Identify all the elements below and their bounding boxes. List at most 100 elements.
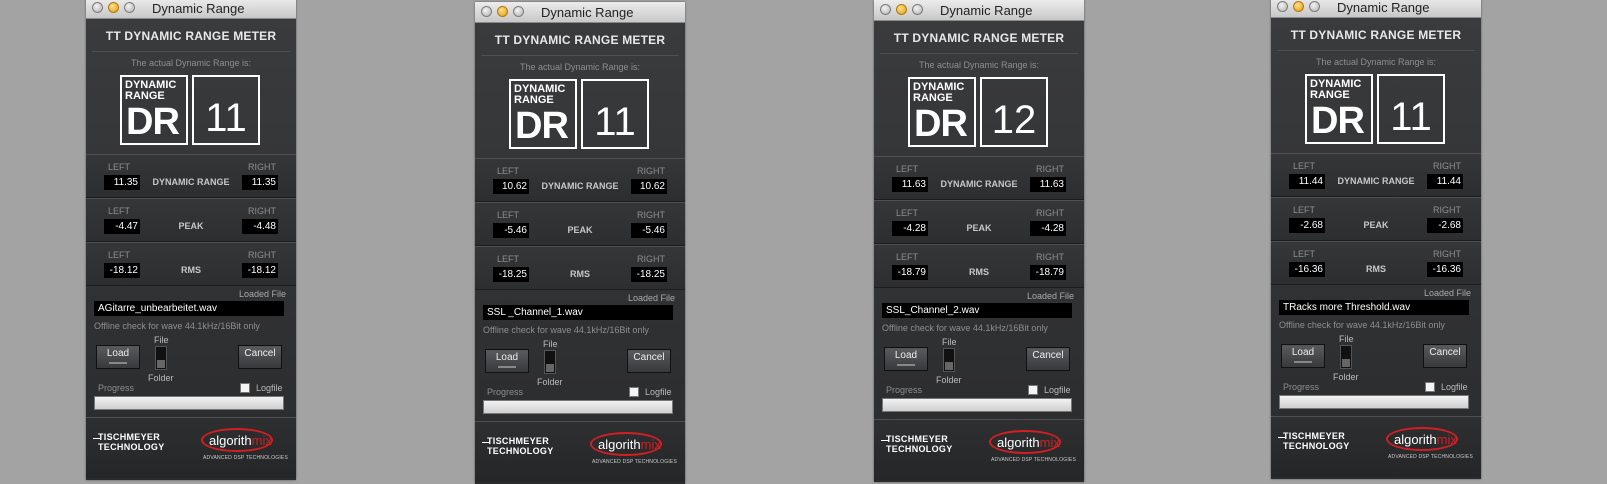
right-label: RIGHT	[248, 250, 276, 260]
load-button[interactable]: Load	[96, 345, 140, 369]
logfile-checkbox[interactable]	[240, 383, 250, 393]
peak-right-value: -2.68	[1427, 218, 1463, 233]
title-bar[interactable]: Dynamic Range	[86, 0, 296, 19]
left-label: LEFT	[497, 254, 520, 264]
cancel-button[interactable]: Cancel	[627, 349, 671, 373]
load-button-label: Load	[1291, 347, 1315, 358]
tischmeyer-mark	[881, 440, 889, 441]
rms-right-value: -18.79	[1030, 265, 1066, 280]
zoom-icon[interactable]	[513, 6, 524, 17]
title-bar[interactable]: Dynamic Range	[475, 2, 685, 23]
left-label: LEFT	[1293, 249, 1316, 259]
cancel-button-label: Cancel	[1032, 350, 1064, 361]
peak-row: LEFT RIGHT -4.28 PEAK -4.28	[874, 200, 1084, 244]
actual-dr-label: The actual Dynamic Range is:	[519, 62, 641, 72]
cancel-button[interactable]: Cancel	[238, 345, 282, 369]
title-bar[interactable]: Dynamic Range	[1271, 0, 1481, 18]
left-label: LEFT	[108, 162, 131, 172]
rms-row: LEFT RIGHT -18.12 RMS -18.12	[86, 242, 296, 286]
file-folder-switch[interactable]	[1340, 345, 1352, 369]
progress-label: Progress	[98, 383, 135, 393]
minimize-icon[interactable]	[1293, 1, 1304, 12]
tischmeyer-technology: TECHNOLOGY	[886, 444, 953, 454]
left-label: LEFT	[108, 206, 131, 216]
offline-note: Offline check for wave 44.1kHz/16Bit onl…	[94, 321, 260, 331]
file-switch-label: File	[1339, 334, 1354, 344]
tischmeyer-technology: TECHNOLOGY	[1283, 441, 1350, 451]
offline-note: Offline check for wave 44.1kHz/16Bit onl…	[1279, 320, 1445, 330]
peak-row: LEFT RIGHT -2.68 PEAK -2.68	[1271, 197, 1481, 241]
file-folder-switch[interactable]	[544, 350, 556, 374]
brand-footer: TISCHMEYER TECHNOLOGY algorithmix ADVANC…	[1271, 416, 1481, 477]
left-label: LEFT	[497, 166, 520, 176]
progress-label: Progress	[886, 385, 923, 395]
dr-logo: DYNAMIC RANGE DR 11	[120, 75, 260, 145]
tischmeyer-logo: TISCHMEYER TECHNOLOGY	[1278, 431, 1350, 451]
algorithmix-mix: mix	[1436, 432, 1457, 447]
loaded-file-label: Loaded File	[1026, 291, 1074, 301]
dr-badge-letters: DR	[515, 105, 569, 147]
close-icon[interactable]	[1277, 1, 1288, 12]
right-label: RIGHT	[1036, 208, 1064, 218]
app-title: TT DYNAMIC RANGE METER	[494, 33, 666, 47]
load-button-indicator	[498, 366, 516, 368]
tischmeyer-name: TISCHMEYER	[98, 432, 161, 442]
file-folder-switch[interactable]	[155, 346, 167, 370]
minimize-icon[interactable]	[497, 6, 508, 17]
algorithmix-tagline: ADVANCED DSP TECHNOLOGIES	[591, 459, 677, 465]
switch-knob	[157, 360, 165, 368]
dr-value: 11	[581, 79, 649, 149]
title-bar[interactable]: Dynamic Range	[874, 0, 1084, 21]
actual-dr-label: The actual Dynamic Range is:	[130, 58, 252, 68]
close-icon[interactable]	[92, 2, 103, 13]
right-label: RIGHT	[1433, 205, 1461, 215]
window-controls	[481, 6, 524, 17]
rms-row: LEFT RIGHT -18.25 RMS -18.25	[475, 246, 685, 290]
loaded-file-display: SSL_Channel_2.wav	[882, 303, 1072, 318]
zoom-icon[interactable]	[124, 2, 135, 13]
cancel-button[interactable]: Cancel	[1026, 347, 1070, 371]
peak-row: LEFT RIGHT -4.47 PEAK -4.48	[86, 198, 296, 242]
app-title: TT DYNAMIC RANGE METER	[893, 31, 1065, 45]
zoom-icon[interactable]	[1309, 1, 1320, 12]
loaded-file-display: SSL _Channel_1.wav	[483, 305, 673, 320]
divider	[481, 55, 679, 56]
logfile-checkbox[interactable]	[1028, 385, 1038, 395]
folder-switch-label: Folder	[537, 377, 563, 387]
dynamic-range-row: LEFT RIGHT 11.44 DYNAMIC RANGE 11.44	[1271, 153, 1481, 197]
window-controls	[1277, 1, 1320, 12]
tischmeyer-technology: TECHNOLOGY	[487, 446, 554, 456]
offline-note: Offline check for wave 44.1kHz/16Bit onl…	[483, 325, 649, 335]
algorithmix-tagline: ADVANCED DSP TECHNOLOGIES	[202, 455, 288, 461]
tischmeyer-mark	[482, 442, 490, 443]
dr-right-value: 11.35	[242, 175, 278, 190]
close-icon[interactable]	[880, 4, 891, 15]
load-button[interactable]: Load	[485, 349, 529, 373]
app-title: TT DYNAMIC RANGE METER	[105, 29, 277, 43]
right-label: RIGHT	[637, 166, 665, 176]
dr-badge-caption: DYNAMIC RANGE	[125, 79, 177, 102]
progress-bar	[94, 396, 284, 410]
cancel-button-label: Cancel	[244, 348, 276, 359]
close-icon[interactable]	[481, 6, 492, 17]
load-button[interactable]: Load	[1281, 344, 1325, 368]
load-button[interactable]: Load	[884, 347, 928, 371]
logfile-checkbox[interactable]	[629, 387, 639, 397]
zoom-icon[interactable]	[912, 4, 923, 15]
file-folder-switch[interactable]	[943, 348, 955, 372]
window-title: Dynamic Range	[152, 1, 245, 16]
rms-right-value: -18.25	[631, 267, 667, 282]
dr-meter-window: Dynamic Range TT DYNAMIC RANGE METER The…	[1271, 0, 1481, 479]
load-button-label: Load	[495, 352, 519, 363]
algorithmix-tagline: ADVANCED DSP TECHNOLOGIES	[1387, 454, 1473, 460]
logfile-checkbox[interactable]	[1425, 382, 1435, 392]
dr-right-value: 11.63	[1030, 177, 1066, 192]
rms-right-value: -18.12	[242, 263, 278, 278]
dr-badge: DYNAMIC RANGE DR	[1305, 74, 1373, 144]
cancel-button[interactable]: Cancel	[1423, 344, 1467, 368]
algorithmix-name: algorithmix	[597, 437, 661, 452]
minimize-icon[interactable]	[108, 2, 119, 13]
offline-note: Offline check for wave 44.1kHz/16Bit onl…	[882, 323, 1048, 333]
minimize-icon[interactable]	[896, 4, 907, 15]
rms-row: LEFT RIGHT -16.36 RMS -16.36	[1271, 241, 1481, 285]
